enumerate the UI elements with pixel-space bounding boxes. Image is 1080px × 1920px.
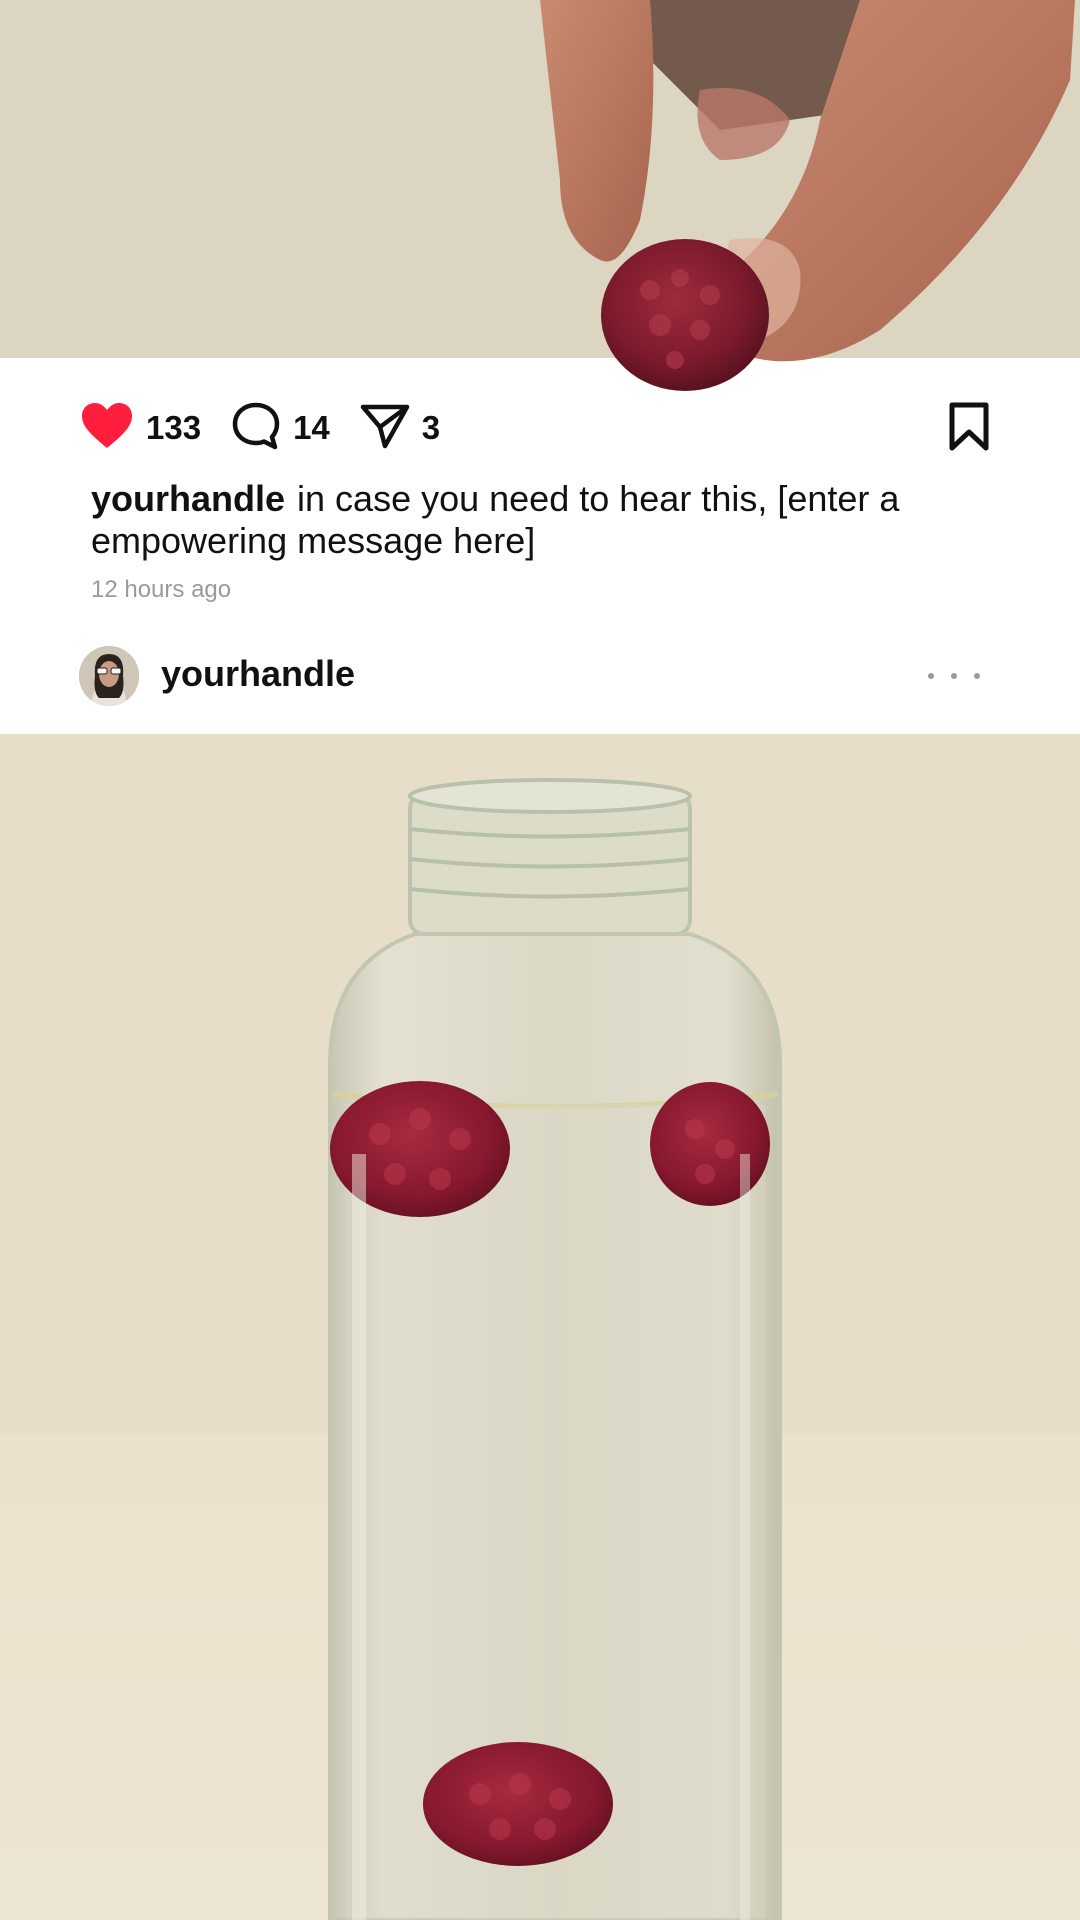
post-timestamp: 12 hours ago bbox=[91, 576, 232, 603]
bottle-raspberries-illustration bbox=[0, 734, 1080, 1920]
previous-post-image[interactable] bbox=[0, 0, 1080, 391]
more-dots-icon[interactable] bbox=[928, 666, 980, 686]
share-count: 3 bbox=[421, 409, 441, 446]
share-button[interactable]: 3 bbox=[360, 403, 440, 454]
avatar[interactable] bbox=[79, 646, 139, 706]
post-action-bar: 133 14 3 bbox=[80, 398, 990, 458]
like-button[interactable]: 133 bbox=[80, 402, 201, 455]
caption-handle[interactable]: yourhandle bbox=[91, 478, 285, 519]
like-count: 133 bbox=[146, 409, 202, 446]
comment-count: 14 bbox=[293, 409, 330, 446]
post-header: yourhandle bbox=[0, 640, 1080, 734]
heart-icon bbox=[80, 402, 134, 455]
post-caption: yourhandle in case you need to hear this,… bbox=[91, 478, 971, 562]
comment-button[interactable]: 14 bbox=[231, 401, 330, 456]
hand-raspberry-illustration bbox=[0, 0, 1080, 391]
comment-bubble-icon bbox=[231, 401, 281, 456]
bookmark-icon[interactable] bbox=[948, 402, 990, 457]
post-author-handle[interactable]: yourhandle bbox=[161, 653, 355, 695]
paper-plane-icon bbox=[360, 403, 410, 454]
post-image[interactable] bbox=[0, 734, 1080, 1920]
